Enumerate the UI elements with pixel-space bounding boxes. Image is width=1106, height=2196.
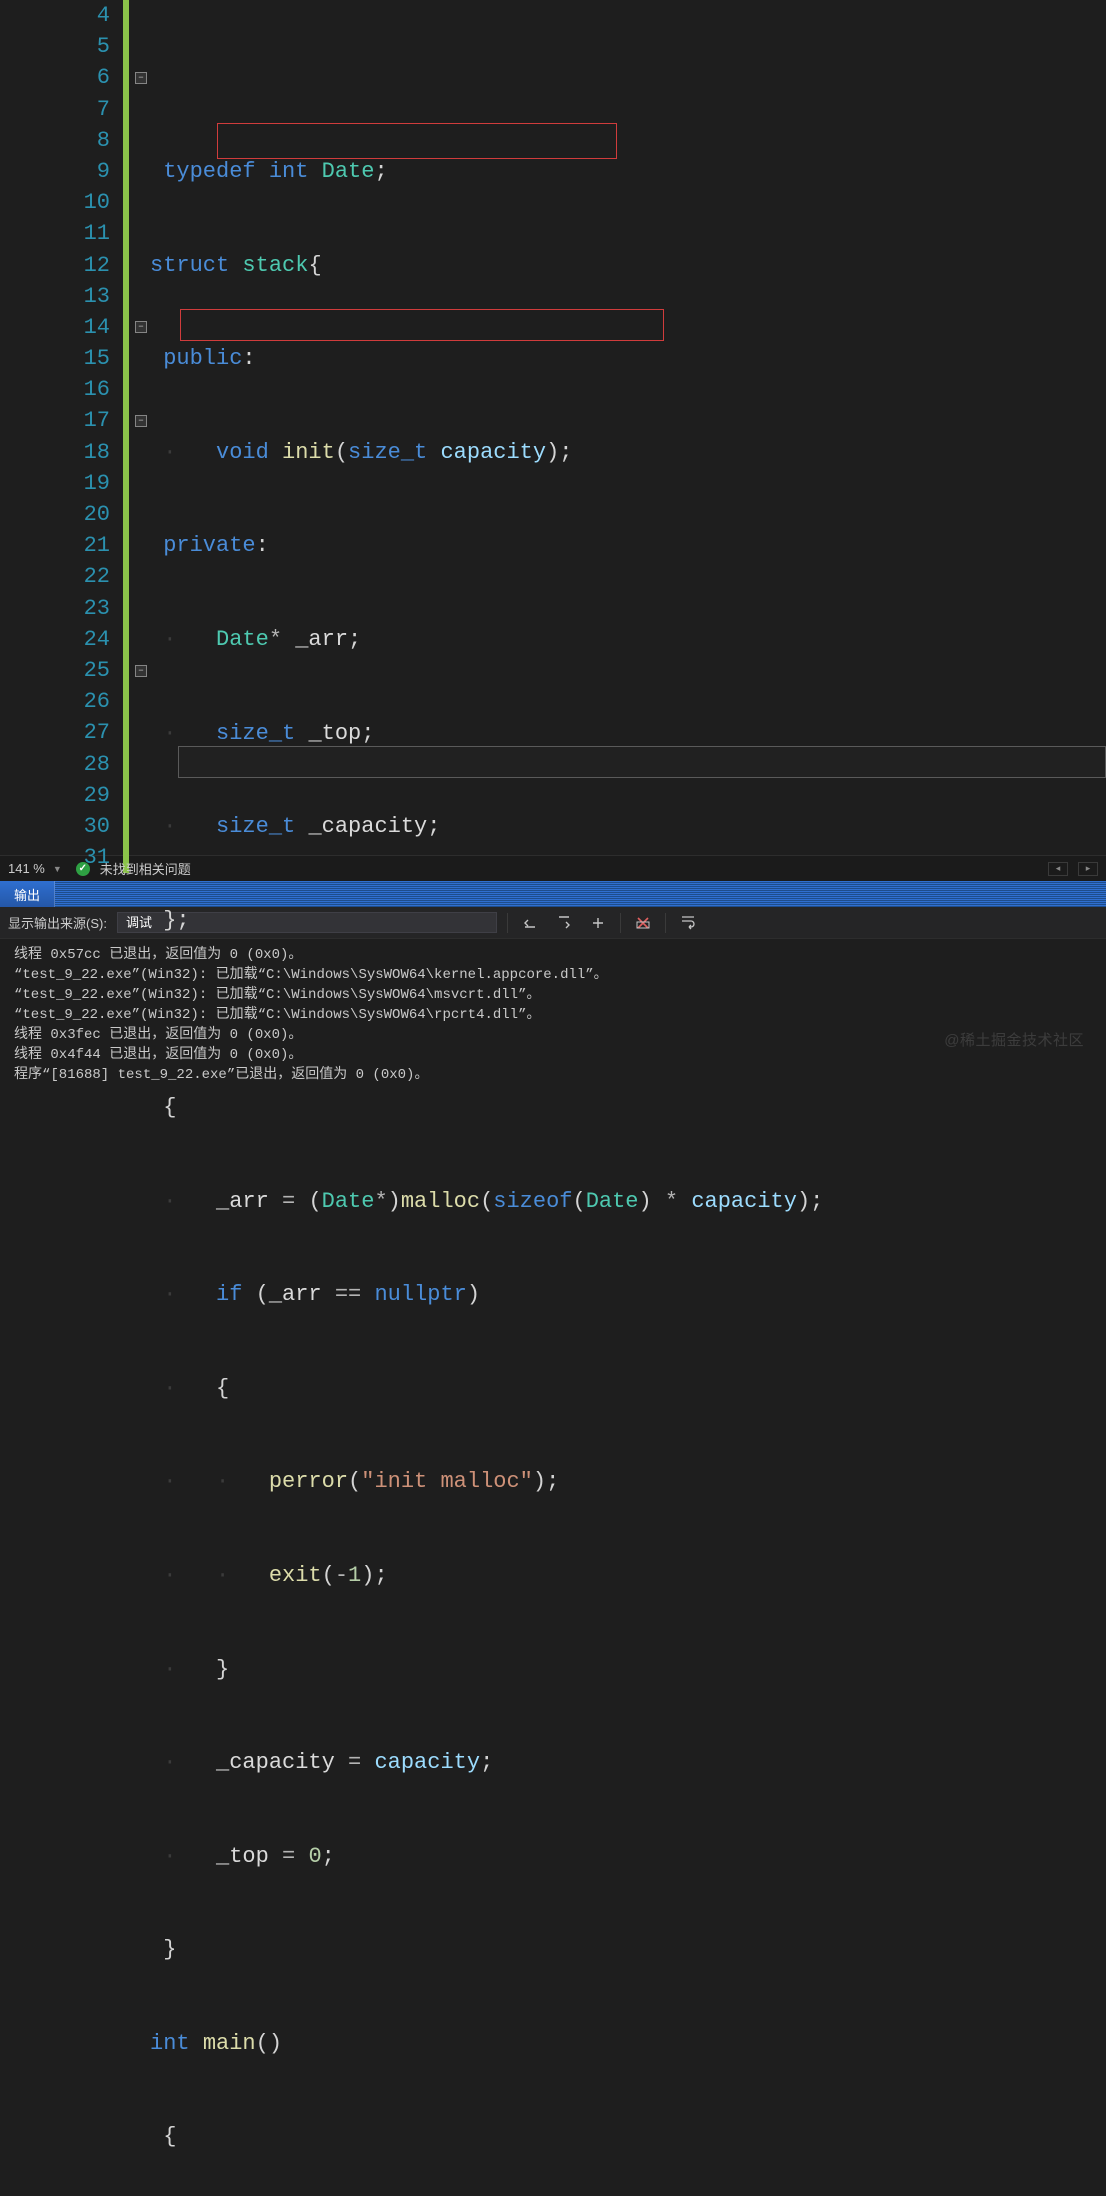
output-line: 线程 0x4f44 已退出，返回值为 0 (0x0)。 <box>14 1047 302 1063</box>
output-line: “test_9_22.exe”(Win32): 已加载“C:\Windows\S… <box>14 1007 540 1023</box>
code-content[interactable]: typedef int Date; struct stack{ public: … <box>150 0 1106 855</box>
fold-column: − − − − <box>132 0 150 855</box>
zoom-dropdown[interactable]: 141 % ▼ <box>8 861 66 876</box>
fold-toggle-icon[interactable]: − <box>135 72 147 84</box>
fold-toggle-icon[interactable]: − <box>135 415 147 427</box>
output-line: 程序“[81688] test_9_22.exe”已退出，返回值为 0 (0x0… <box>14 1067 428 1083</box>
tab-output[interactable]: 输出 <box>0 881 55 907</box>
output-line: “test_9_22.exe”(Win32): 已加载“C:\Windows\S… <box>14 987 540 1003</box>
output-source-label: 显示输出来源(S): <box>8 913 107 932</box>
fold-toggle-icon[interactable]: − <box>135 665 147 677</box>
check-circle-icon: ✓ <box>76 862 90 876</box>
output-line: 线程 0x57cc 已退出，返回值为 0 (0x0)。 <box>14 947 302 963</box>
chevron-down-icon[interactable]: ▼ <box>49 864 66 874</box>
change-indicator <box>122 0 132 855</box>
code-editor[interactable]: 4 5 6 7 8 9 10 11 12 13 14 15 16 17 18 1… <box>0 0 1106 855</box>
output-console[interactable]: 线程 0x57cc 已退出，返回值为 0 (0x0)。 “test_9_22.e… <box>0 939 1106 1093</box>
line-number-gutter: 4 5 6 7 8 9 10 11 12 13 14 15 16 17 18 1… <box>0 0 122 855</box>
output-line: 线程 0x3fec 已退出，返回值为 0 (0x0)。 <box>14 1027 302 1043</box>
tab-label: 输出 <box>14 885 40 904</box>
fold-toggle-icon[interactable]: − <box>135 321 147 333</box>
output-line: “test_9_22.exe”(Win32): 已加载“C:\Windows\S… <box>14 967 608 983</box>
zoom-value: 141 % <box>8 861 45 876</box>
